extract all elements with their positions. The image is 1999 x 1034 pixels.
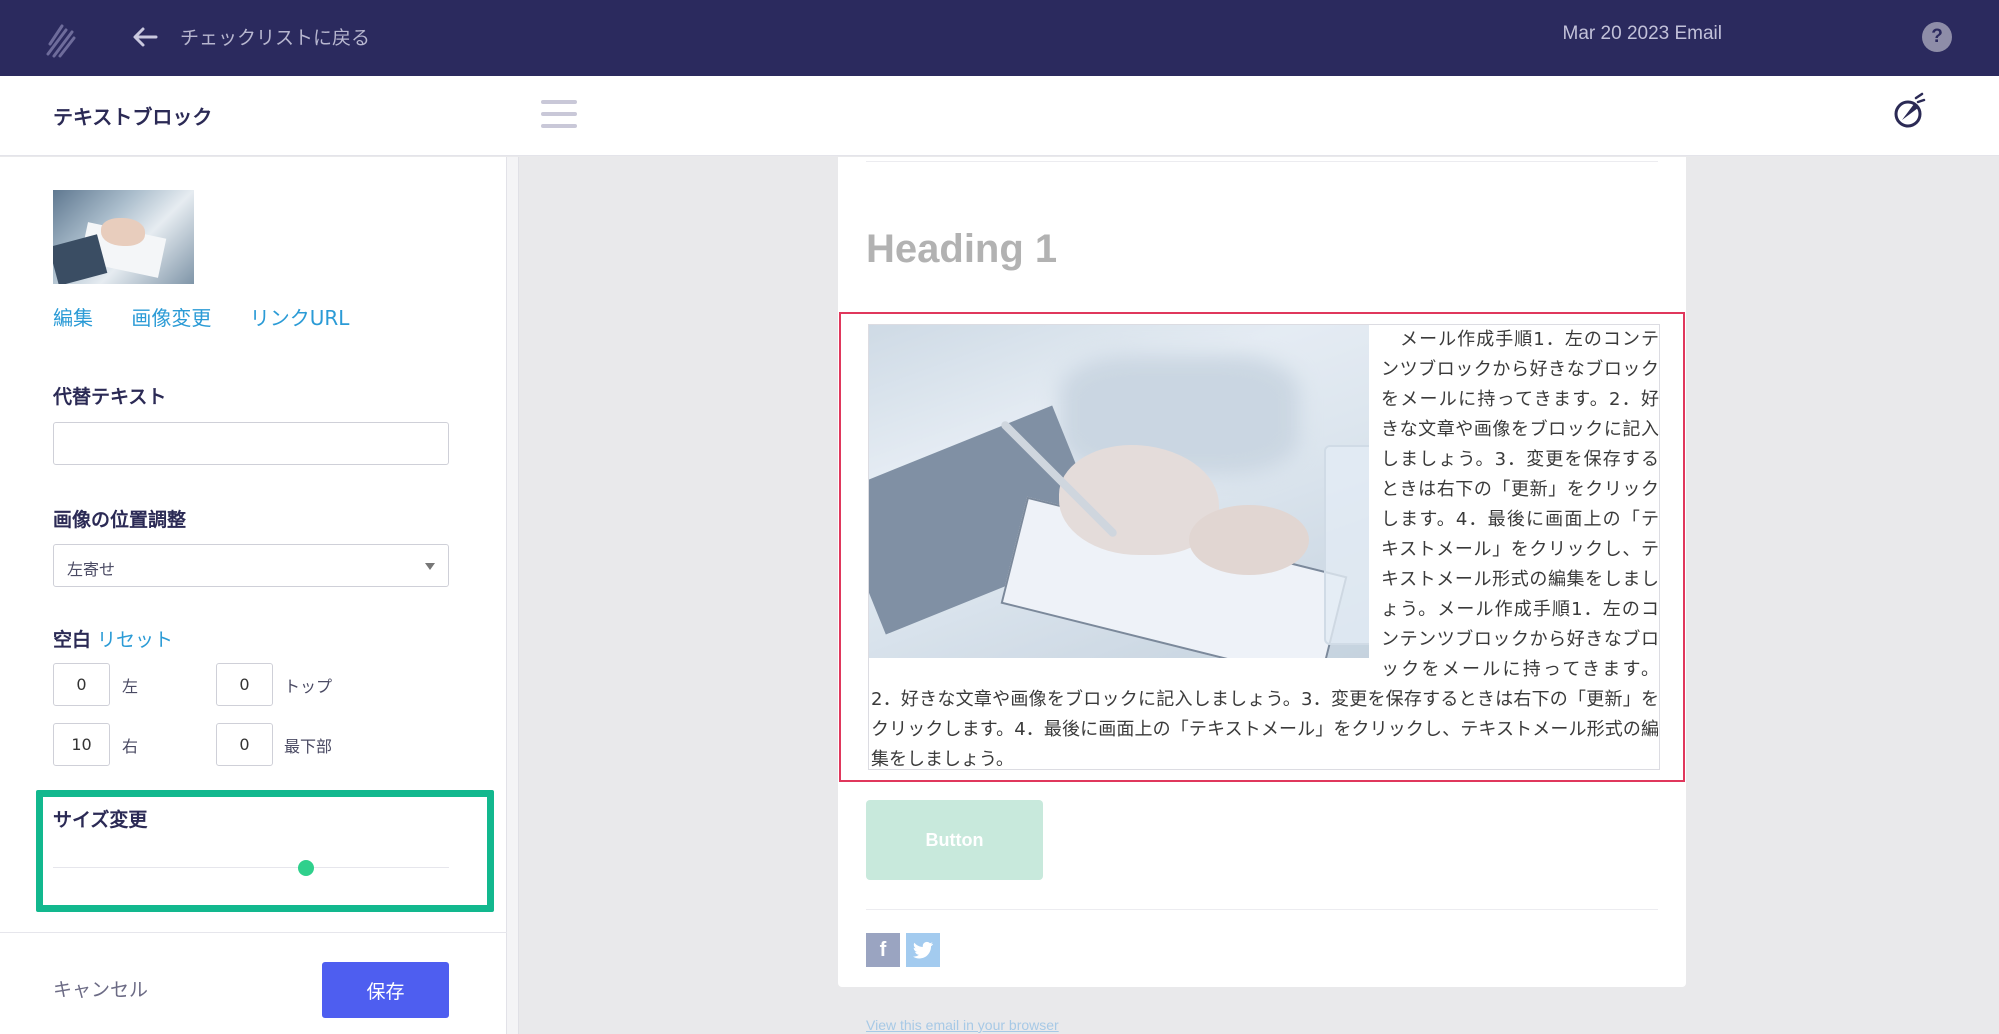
spacing-label-text: 空白 [53, 629, 92, 651]
twitter-icon[interactable] [906, 933, 940, 967]
save-button[interactable]: 保存 [322, 962, 449, 1018]
editor-header: テキストブロック [0, 76, 1999, 156]
footer-divider [0, 932, 507, 933]
panel-resize-handle[interactable] [507, 157, 519, 1034]
view-in-browser-link[interactable]: View this email in your browser [866, 1017, 1059, 1033]
thumbnail-sleeve [53, 234, 108, 284]
image-thumbnail[interactable] [53, 190, 194, 284]
change-image-link[interactable]: 画像変更 [131, 306, 211, 330]
rocket-icon[interactable] [1892, 92, 1926, 130]
padding-top-label: トップ [284, 677, 333, 696]
padding-left-input[interactable]: 0 [53, 663, 110, 706]
block-text-wrapper: メール作成手順1．左のコンテンツブロックから好きなブロックをメールに持ってきます… [869, 325, 1661, 775]
twitter-bird-glyph [913, 941, 933, 959]
divider [866, 161, 1658, 162]
block-settings-panel: 編集 画像変更 リンクURL 代替テキスト 画像の位置調整 左寄せ 空白 リセット… [0, 157, 507, 1034]
spacing-label: 空白 リセット [53, 625, 173, 652]
email-cta-button[interactable]: Button [866, 800, 1043, 880]
image-spacer [871, 325, 1381, 660]
image-position-label: 画像の位置調整 [53, 509, 187, 531]
selected-text-block[interactable]: メール作成手順1．左のコンテンツブロックから好きなブロックをメールに持ってきます… [839, 312, 1685, 782]
padding-left-label: 左 [122, 677, 139, 696]
divider [866, 909, 1658, 910]
resize-label: サイズ変更 [53, 809, 148, 831]
email-preview: Heading 1 メール作成手順1．左のコンテンツブロックから好きなブロックを… [838, 157, 1686, 987]
menu-bar [541, 112, 577, 116]
padding-bottom-input[interactable]: 0 [216, 723, 273, 766]
text-block-content[interactable]: メール作成手順1．左のコンテンツブロックから好きなブロックをメールに持ってきます… [868, 324, 1660, 770]
padding-right-label: 右 [122, 737, 139, 756]
cancel-button[interactable]: キャンセル [53, 975, 148, 1002]
email-heading[interactable]: Heading 1 [866, 227, 1057, 272]
panel-title: テキストブロック [53, 105, 213, 129]
app-logo-icon[interactable] [44, 18, 78, 58]
image-actions: 編集 画像変更 リンクURL [53, 302, 381, 331]
padding-right-input[interactable]: 10 [53, 723, 110, 766]
padding-bottom-label: 最下部 [284, 737, 333, 756]
top-bar: チェックリストに戻る Mar 20 2023 Email ? [0, 0, 1999, 76]
alt-text-input[interactable] [53, 422, 449, 465]
spacing-reset-link[interactable]: リセット [97, 629, 173, 651]
help-icon[interactable]: ? [1922, 22, 1952, 52]
padding-top-input[interactable]: 0 [216, 663, 273, 706]
resize-slider-track[interactable] [53, 867, 449, 868]
menu-icon[interactable] [541, 100, 577, 132]
menu-bar [541, 100, 577, 104]
image-position-select[interactable]: 左寄せ [53, 544, 449, 587]
image-position-value: 左寄せ [67, 560, 116, 579]
caret-down-icon [425, 563, 435, 570]
menu-bar [541, 124, 577, 128]
back-to-checklist-link[interactable]: チェックリストに戻る [180, 23, 370, 50]
facebook-icon[interactable]: f [866, 933, 900, 967]
alt-text-label: 代替テキスト [53, 386, 167, 408]
back-arrow-icon[interactable] [130, 22, 160, 52]
thumbnail-hand [101, 218, 145, 246]
campaign-title: Mar 20 2023 Email [1562, 23, 1722, 44]
link-url-link[interactable]: リンクURL [250, 306, 350, 330]
edit-image-link[interactable]: 編集 [53, 306, 93, 330]
